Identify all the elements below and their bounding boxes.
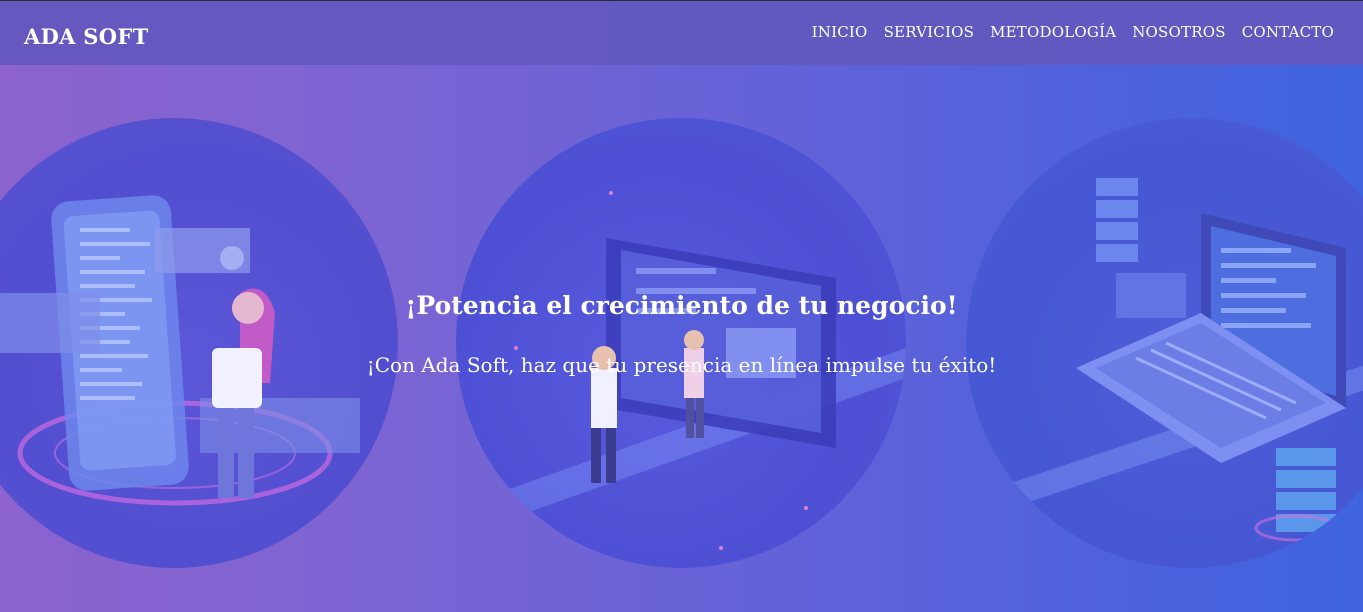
nav-servicios[interactable]: SERVICIOS: [884, 23, 975, 41]
hero-title: ¡Potencia el crecimiento de tu negocio!: [405, 291, 958, 320]
landing-page: ADA SOFT INICIO SERVICIOS METODOLOGÍA NO…: [0, 0, 1363, 612]
main-nav: INICIO SERVICIOS METODOLOGÍA NOSOTROS CO…: [812, 23, 1334, 41]
hero-subtitle: ¡Con Ada Soft, haz que tu presencia en l…: [366, 353, 997, 377]
nav-inicio[interactable]: INICIO: [812, 23, 868, 41]
laptop-illustration: [966, 118, 1363, 568]
brand-logo[interactable]: ADA SOFT: [24, 24, 149, 49]
nav-contacto[interactable]: CONTACTO: [1242, 23, 1334, 41]
nav-nosotros[interactable]: NOSOTROS: [1132, 23, 1225, 41]
navbar: ADA SOFT INICIO SERVICIOS METODOLOGÍA NO…: [0, 1, 1363, 65]
mobile-app-illustration: [0, 118, 398, 568]
dashboard-illustration: [456, 118, 906, 568]
nav-metodologia[interactable]: METODOLOGÍA: [990, 23, 1116, 41]
